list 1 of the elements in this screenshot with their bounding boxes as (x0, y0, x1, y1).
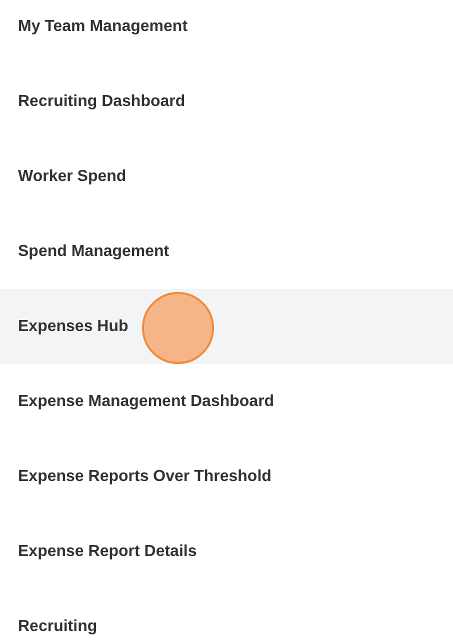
menu-item[interactable]: Expenses Hub (0, 289, 453, 364)
